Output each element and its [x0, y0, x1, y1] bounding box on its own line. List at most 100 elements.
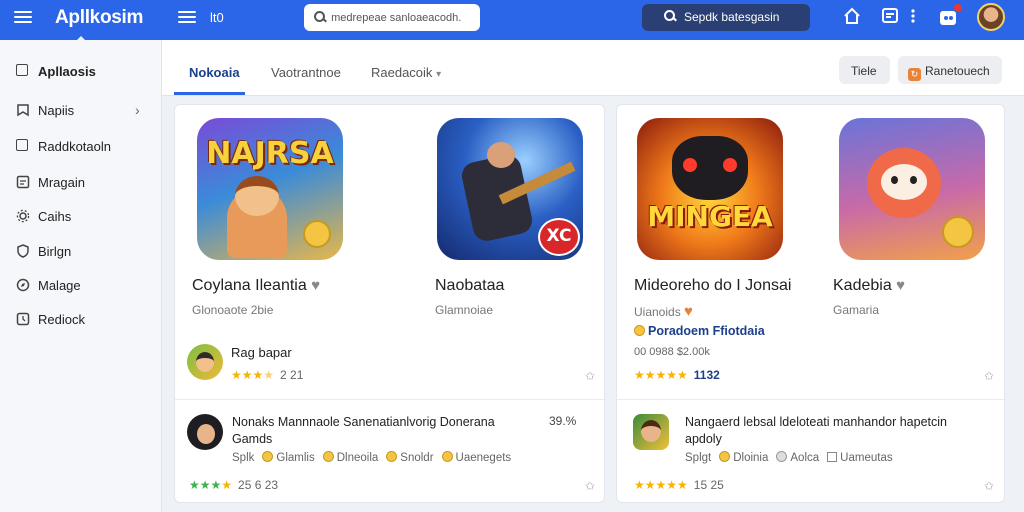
app-artwork[interactable]: NAJRSA: [197, 118, 343, 260]
secondary-search-input[interactable]: Sepdk batesgasin: [642, 4, 810, 31]
creature-face: [881, 164, 927, 200]
tab-vaotrantnoe[interactable]: Vaotrantnoe: [271, 65, 341, 80]
tag-label: Dloinia: [733, 452, 769, 464]
cast-icon[interactable]: [881, 7, 899, 25]
active-tab-indicator: [174, 92, 245, 95]
more-vert-icon[interactable]: [909, 7, 917, 25]
pin-icon[interactable]: ✩: [585, 479, 595, 493]
pin-icon[interactable]: ✩: [984, 369, 994, 383]
shield-icon: [17, 244, 29, 258]
app-brand[interactable]: Apllkosim: [55, 7, 143, 29]
refresh-button[interactable]: ↻ Ranetouech: [898, 56, 1002, 84]
sidebar-item-label: Birlgn: [38, 244, 72, 259]
tag-label: Splgt: [685, 452, 712, 464]
sidebar-item-label: Mragain: [38, 175, 85, 190]
tab-bar: Nokoaia Vaotrantnoe Raedacoik ▾ Tiele ↻ R…: [162, 40, 1024, 96]
sidebar-item-label: Malage: [38, 278, 81, 293]
sidebar: Apllaosis Napiis › Raddkotaoln Mragain C…: [0, 40, 162, 512]
pin-icon[interactable]: ✩: [585, 369, 595, 383]
sidebar-item-rediock[interactable]: Rediock: [0, 306, 162, 334]
promo-link[interactable]: Poradoem Ffiotdaia: [634, 324, 765, 338]
sidebar-item-label: Apllaosis: [38, 64, 96, 79]
compass-icon: [16, 278, 30, 292]
app-meta: 00 0988 $2.00k: [634, 346, 710, 358]
character-head: [487, 142, 515, 168]
coin-icon: [942, 216, 974, 248]
app-artwork[interactable]: MINGEA: [637, 118, 783, 260]
square-icon: [16, 64, 30, 78]
heart-icon[interactable]: ♥: [311, 277, 320, 294]
app-artwork[interactable]: XC: [437, 118, 583, 260]
tag-label: Splk: [232, 452, 255, 464]
app-row-title[interactable]: Nangaerd lebsal ldeloteati manhandor hap…: [685, 414, 985, 448]
tag-label: Aolca: [790, 452, 820, 464]
sidebar-item-caihs[interactable]: Caihs: [0, 203, 162, 231]
app-row-title[interactable]: Nonaks Mannnaole Sanenatianlvorig Donera…: [232, 414, 522, 448]
rating-value: 15 25: [693, 478, 724, 492]
character-face: [641, 420, 661, 442]
creature-eye: [891, 176, 898, 184]
notification-badge: [954, 4, 962, 12]
app-row-tags: Splk Glamlis Dlneoila Snoldr Uaenegets: [232, 451, 511, 464]
search-icon: [664, 10, 676, 22]
chevron-right-icon: ›: [135, 102, 140, 118]
tab-nokoaia[interactable]: Nokoaia: [189, 65, 240, 80]
sidebar-item-birlgn[interactable]: Birlgn: [0, 238, 162, 266]
home-icon[interactable]: [843, 7, 861, 25]
app-row-icon[interactable]: [633, 414, 669, 450]
secondary-menu-icon[interactable]: [178, 8, 196, 24]
sidebar-item-label: Napiis: [38, 103, 75, 118]
sidebar-item-mragain[interactable]: Mragain: [0, 169, 162, 197]
artwork-title: NAJRSA: [206, 136, 334, 171]
tab-label: Raedacoik: [371, 65, 433, 80]
creature-eye: [683, 158, 697, 172]
main-content: Nokoaia Vaotrantnoe Raedacoik ▾ Tiele ↻ R…: [162, 40, 1024, 512]
sidebar-item-label: Raddkotaoln: [38, 139, 111, 154]
sidebar-item-malage[interactable]: Malage: [0, 272, 162, 300]
app-row-tags: Splgt Dloinia Aolca Uameutas: [685, 451, 893, 464]
sidebar-item-napiis[interactable]: Napiis ›: [0, 97, 162, 125]
menu-icon[interactable]: [14, 8, 32, 24]
tag-label: Glamlis: [276, 452, 315, 464]
tab-raedacoik[interactable]: Raedacoik ▾: [371, 65, 441, 80]
app-row-title[interactable]: Rag bapar: [231, 345, 292, 360]
chevron-down-icon: ▾: [436, 69, 442, 80]
sidebar-item-label: Rediock: [38, 312, 85, 327]
coin-icon: [634, 325, 645, 336]
heart-icon[interactable]: ♥: [684, 303, 693, 320]
tag-label: Uameutas: [840, 452, 893, 464]
app-title[interactable]: Mideoreho do I Jonsai: [634, 277, 791, 295]
square-icon: [827, 452, 838, 462]
app-title[interactable]: Kadebia ♥: [833, 277, 905, 295]
app-title-text: Kadebia: [833, 277, 892, 294]
app-row-icon[interactable]: [187, 344, 223, 380]
app-title-text: Coylana Ileantia: [192, 277, 307, 294]
app-subtitle-text: Uianoids: [634, 305, 681, 319]
avatar[interactable]: [977, 3, 1005, 31]
app-panel-right: MINGEA Mideoreho do I Jonsai Uianoids ♥ …: [616, 104, 1005, 503]
divider: [617, 399, 1004, 400]
pin-icon[interactable]: ✩: [984, 479, 994, 493]
tag-label: Uaenegets: [455, 452, 512, 464]
app-title[interactable]: Coylana Ileantia ♥: [192, 277, 320, 295]
search-input[interactable]: medrepeae sanloaeacodh.: [304, 4, 480, 31]
artwork-title: MINGEA: [647, 200, 773, 233]
filter-button[interactable]: Tiele: [839, 56, 890, 84]
heart-icon[interactable]: ♥: [896, 277, 905, 294]
image-icon: [16, 175, 30, 189]
app-row-size: 39.%: [549, 414, 577, 428]
sidebar-item-raddkotaoln[interactable]: Raddkotaoln: [0, 133, 162, 161]
rating-value: 25 6 23: [238, 478, 279, 492]
top-bar: Apllkosim lt0 medrepeae sanloaeacodh. Se…: [0, 0, 1024, 42]
sidebar-item-apps[interactable]: Apllaosis: [0, 58, 162, 86]
search-placeholder: medrepeae sanloaeacodh.: [331, 12, 462, 24]
app-title[interactable]: Naobataa: [435, 277, 504, 295]
character-face: [197, 424, 215, 444]
bookmark-icon: [17, 104, 29, 117]
app-artwork[interactable]: [839, 118, 985, 260]
coin-icon: [441, 451, 453, 462]
coin-icon: [386, 451, 398, 462]
coin-icon: [303, 220, 331, 248]
app-row-icon[interactable]: [187, 414, 223, 450]
rating-value: 2 21: [280, 368, 304, 382]
